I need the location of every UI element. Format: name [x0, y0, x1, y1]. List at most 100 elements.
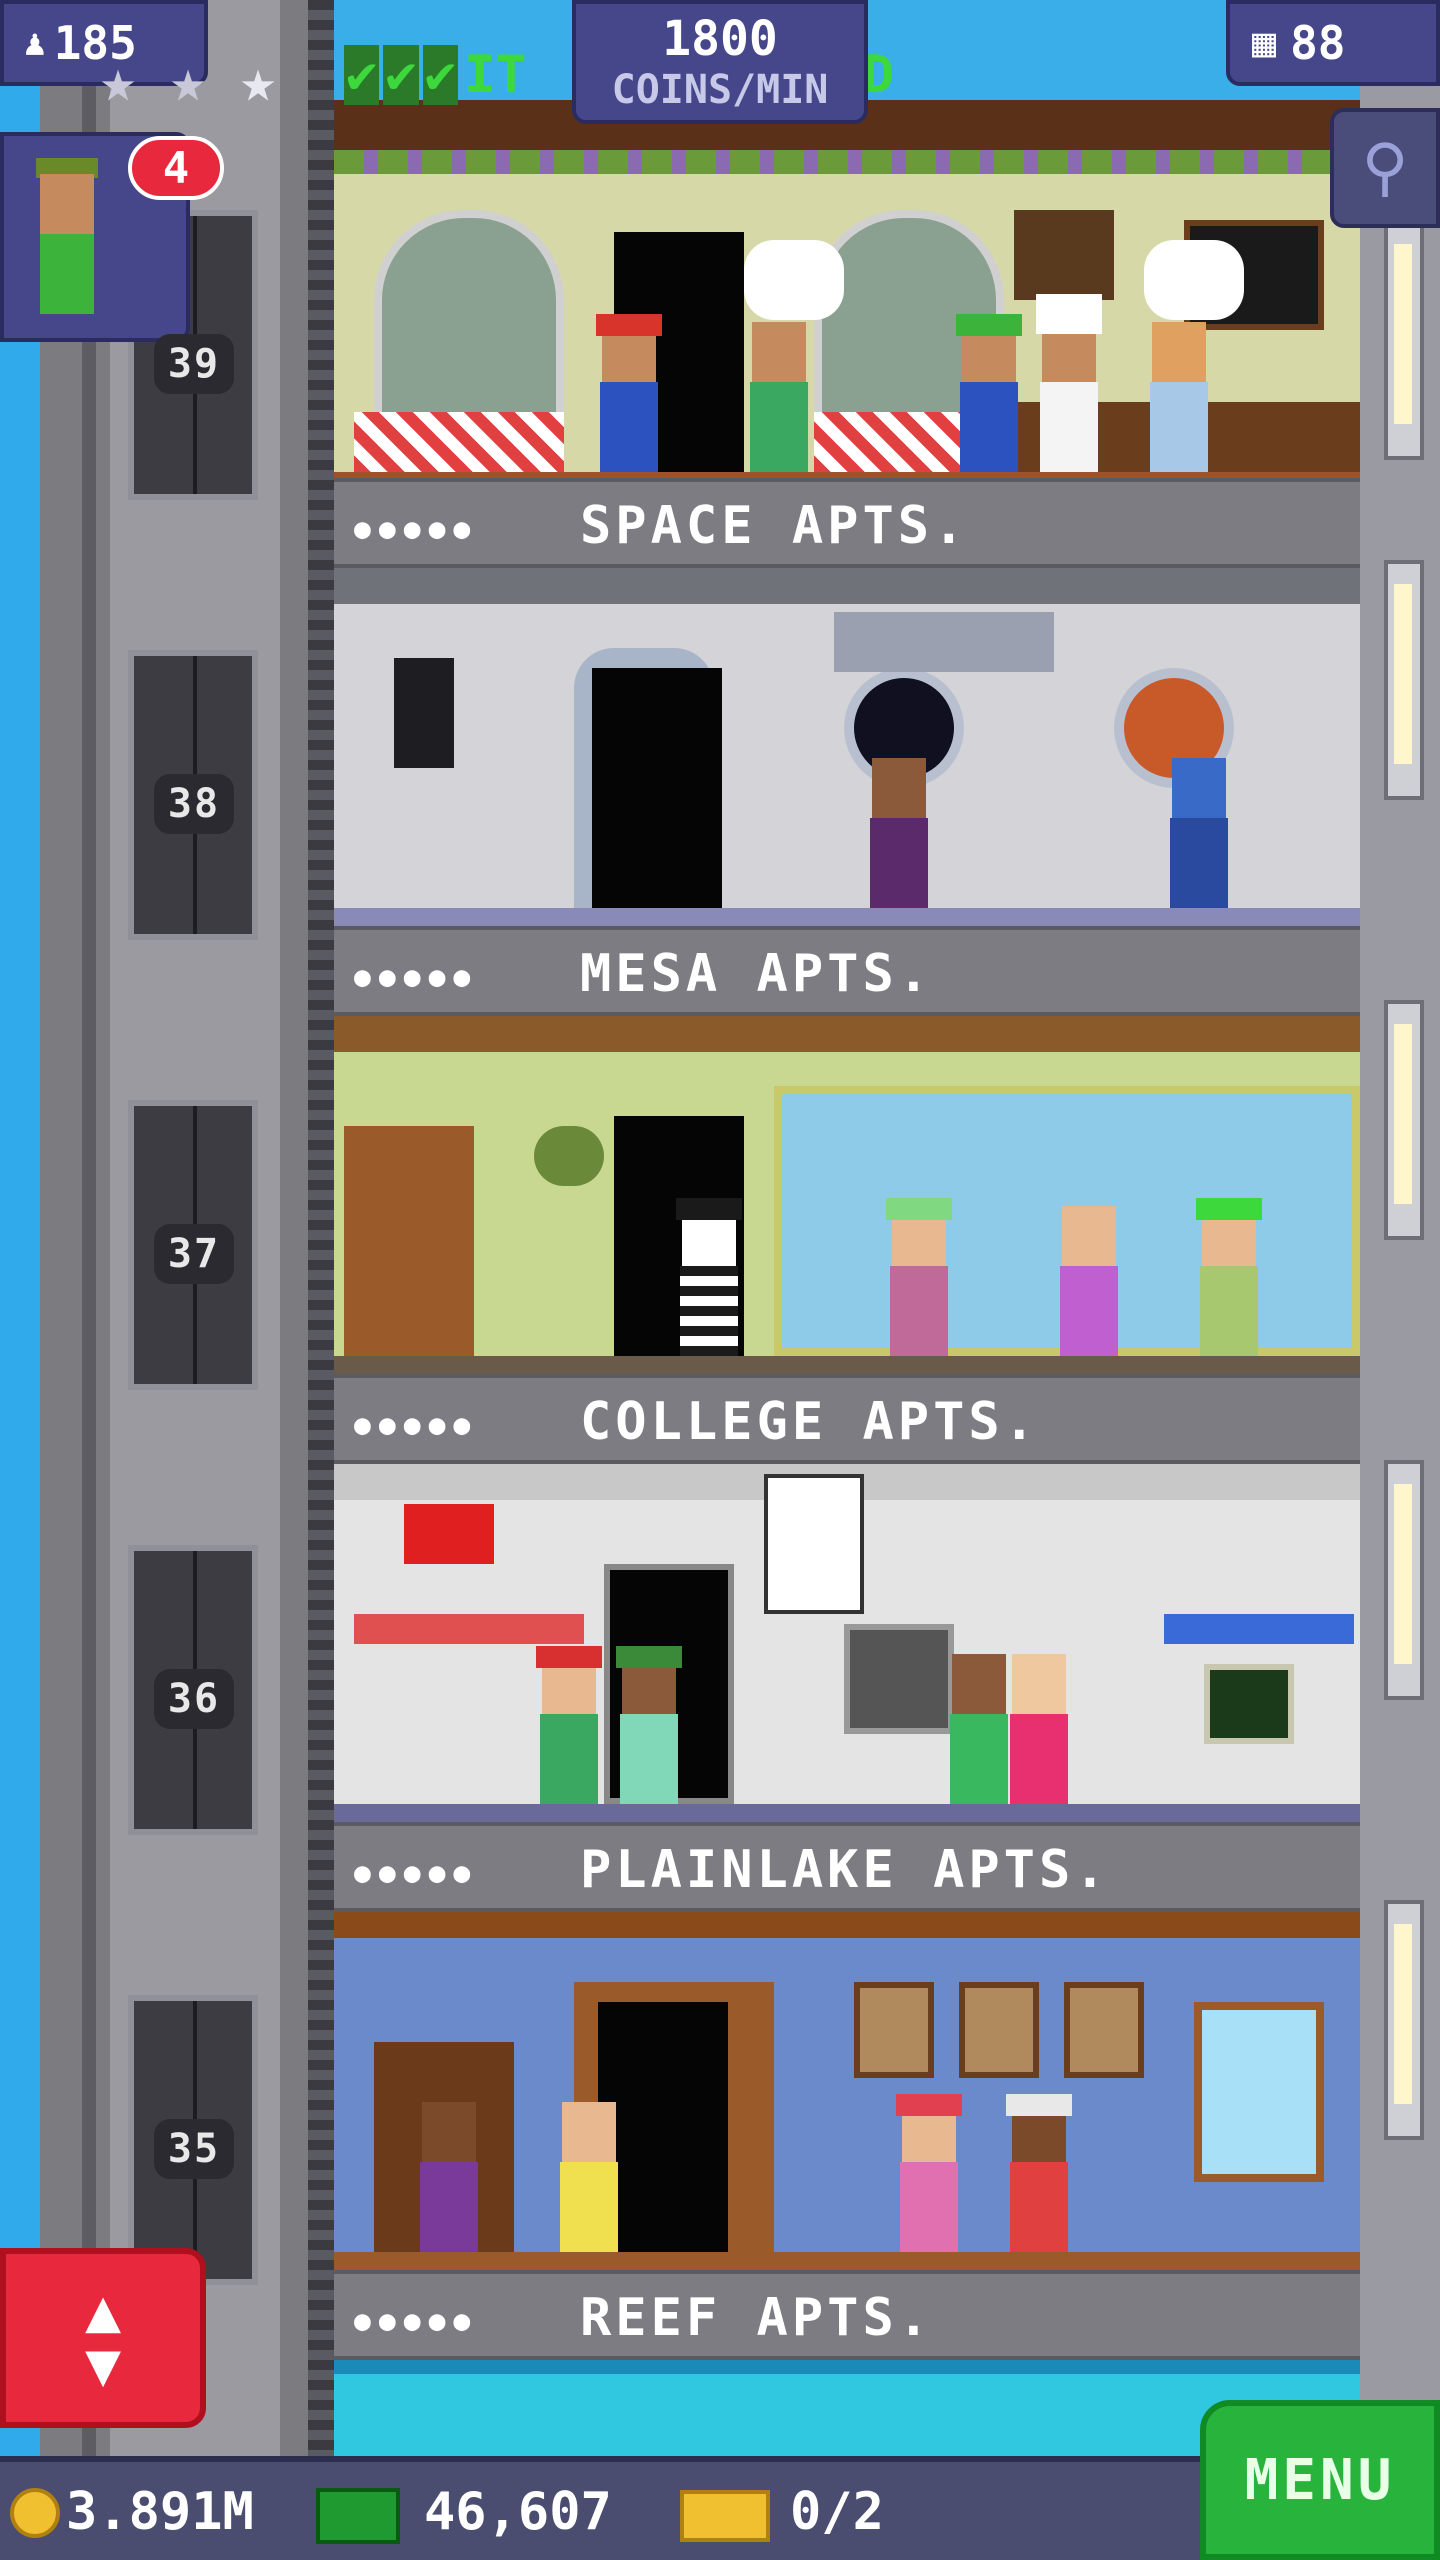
- bitizen[interactable]: [1004, 1654, 1074, 1804]
- chef[interactable]: [1034, 294, 1104, 472]
- notification-badge: 4: [128, 136, 224, 200]
- wall-panel: [394, 658, 454, 768]
- bitizen[interactable]: [1164, 758, 1234, 908]
- bitizen[interactable]: [744, 322, 814, 472]
- pennant-flag: [404, 1504, 494, 1564]
- wall-picture: [1064, 1982, 1144, 2078]
- bitizen[interactable]: [414, 2102, 484, 2252]
- room-plainlake-apts[interactable]: [334, 1912, 1360, 2270]
- star-icon: ★: [240, 46, 277, 116]
- bux-value[interactable]: 46,607: [424, 2482, 612, 2542]
- menu-button[interactable]: MENU: [1200, 2400, 1440, 2560]
- floor-stars: ●●●●●: [354, 1856, 479, 1889]
- exterior-window: [1384, 1460, 1424, 1700]
- bitizen[interactable]: [1054, 1206, 1124, 1356]
- star-rating: ★ ★ ★: [100, 46, 300, 116]
- floor-number: 39: [154, 334, 234, 394]
- floor-label-37[interactable]: ●●●●● COLLEGE APTS.: [334, 1374, 1360, 1464]
- bunk-bed: [354, 1614, 584, 1644]
- bitizen[interactable]: [534, 1646, 604, 1804]
- exterior-window: [1384, 1900, 1424, 2140]
- coins-per-minute-value: 1800: [662, 11, 778, 67]
- floor-name: COLLEGE APTS.: [580, 1392, 1039, 1452]
- visitor-notification[interactable]: 4: [0, 132, 224, 342]
- elevator-car-35[interactable]: 35: [128, 1995, 258, 2285]
- bitizen[interactable]: [594, 314, 664, 472]
- control-panel: [834, 612, 1054, 672]
- check-icon: ✔: [422, 45, 458, 105]
- bitizen[interactable]: [884, 1198, 954, 1356]
- check-icon: ✔: [344, 45, 380, 105]
- elevator-car-36[interactable]: 36: [128, 1545, 258, 1835]
- floor-label-39[interactable]: ●●●●● SPACE APTS.: [334, 478, 1360, 568]
- thought-bubble: [744, 240, 844, 320]
- bitizen[interactable]: [894, 2094, 964, 2252]
- floor-name: SPACE APTS.: [580, 496, 969, 556]
- room-door: [592, 668, 722, 908]
- floor-stars: ●●●●●: [354, 1408, 479, 1441]
- room-college-apts[interactable]: [334, 1464, 1360, 1822]
- computer: [1204, 1664, 1294, 1744]
- floor-name: PLAINLAKE APTS.: [580, 1840, 1110, 1900]
- banknote-icon[interactable]: [316, 2488, 400, 2544]
- floor-number: 35: [154, 2119, 234, 2179]
- exterior-window: [1384, 1000, 1424, 1240]
- floor-stars: ●●●●●: [354, 2304, 479, 2337]
- floor-number: 38: [154, 774, 234, 834]
- star-icon: ★: [100, 46, 137, 116]
- bitizen[interactable]: [1144, 322, 1214, 472]
- bitizen[interactable]: [954, 314, 1024, 472]
- magnifier-icon: ⚲: [1361, 131, 1409, 205]
- elevator-chain: [308, 0, 334, 2460]
- bitizen[interactable]: [554, 2102, 624, 2252]
- elevator-car-38[interactable]: 38: [128, 650, 258, 940]
- person-icon: ♟: [24, 22, 46, 64]
- exterior-window: [1384, 560, 1424, 800]
- elevator-car-37[interactable]: 37: [128, 1100, 258, 1390]
- room-space-apts[interactable]: [334, 568, 1360, 926]
- bitizen[interactable]: [864, 758, 934, 908]
- window: [1194, 2002, 1324, 2182]
- coins-per-minute-panel[interactable]: 1800 COINS/MIN: [572, 0, 868, 124]
- floors-badge[interactable]: ▦ 88: [1226, 0, 1440, 86]
- floor-label-36[interactable]: ●●●●● PLAINLAKE APTS.: [334, 1822, 1360, 1912]
- missions-text-left: IT: [463, 45, 527, 105]
- exterior-window: [1384, 220, 1424, 460]
- shaft-rail-left: [82, 0, 96, 2460]
- notification-count: 4: [162, 142, 190, 194]
- hanging-plant: [534, 1126, 604, 1186]
- thought-bubble: [1144, 240, 1244, 320]
- dining-table: [354, 412, 564, 472]
- elevator-button[interactable]: ▲ ▼: [0, 2248, 206, 2428]
- tickets-value[interactable]: 0/2: [790, 2482, 884, 2542]
- floor-number: 37: [154, 1224, 234, 1284]
- check-icon: ✔: [383, 45, 419, 105]
- bunk-bed: [1164, 1614, 1354, 1644]
- tv: [844, 1624, 954, 1734]
- floor-name: REEF APTS.: [580, 2288, 934, 2348]
- mime[interactable]: [674, 1198, 744, 1356]
- room-restaurant[interactable]: [334, 100, 1360, 490]
- floor-stars: ●●●●●: [354, 960, 479, 993]
- wall-picture: [854, 1982, 934, 2078]
- bookshelf: [344, 1126, 474, 1356]
- up-down-arrows-icon: ▲ ▼: [84, 2276, 122, 2400]
- visitor-avatar: [32, 158, 102, 328]
- bitizen[interactable]: [614, 1646, 684, 1804]
- room-mesa-apts[interactable]: [334, 1016, 1360, 1374]
- floor-label-38[interactable]: ●●●●● MESA APTS.: [334, 926, 1360, 1016]
- bitizen[interactable]: [1194, 1198, 1264, 1356]
- wall-picture: [959, 1982, 1039, 2078]
- building-icon: ▦: [1252, 20, 1277, 66]
- search-button[interactable]: ⚲: [1330, 108, 1440, 228]
- floor-name: MESA APTS.: [580, 944, 934, 1004]
- menu-label: MENU: [1244, 2447, 1396, 2513]
- bitizen[interactable]: [1004, 2094, 1074, 2252]
- coins-value[interactable]: 3.891M: [66, 2482, 254, 2542]
- wine-rack: [1014, 210, 1114, 300]
- floor-label-35[interactable]: ●●●●● REEF APTS.: [334, 2270, 1360, 2360]
- coins-per-minute-label: COINS/MIN: [611, 67, 829, 113]
- coin-icon[interactable]: [10, 2488, 60, 2538]
- floors-count: 88: [1290, 16, 1346, 70]
- ticket-icon[interactable]: [680, 2490, 770, 2542]
